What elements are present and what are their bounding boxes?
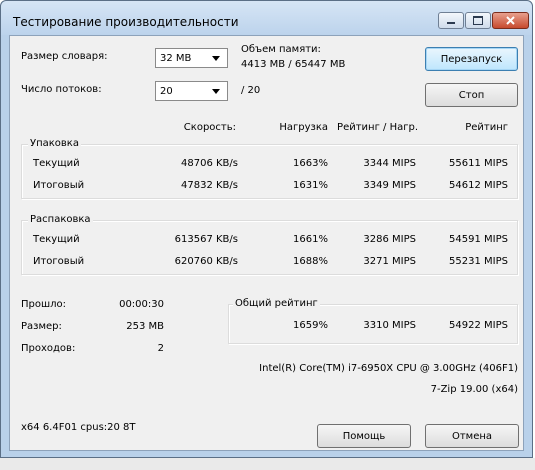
decompress-total-rating: 55231 MIPS — [449, 256, 508, 267]
memory-value: 4413 MB / 65447 MB — [241, 59, 346, 70]
compress-total-rating-load: 3349 MIPS — [363, 180, 416, 191]
chevron-down-icon — [212, 55, 220, 61]
close-button[interactable] — [492, 12, 529, 29]
minimize-icon — [447, 22, 455, 24]
compress-current-load: 1663% — [293, 158, 328, 169]
decompress-total-rating-load: 3271 MIPS — [363, 256, 416, 267]
stop-button[interactable]: Стоп — [425, 83, 518, 107]
decompress-current-speed: 613567 KB/s — [174, 234, 238, 245]
compress-title: Упаковка — [28, 138, 81, 149]
compress-total-speed: 47832 KB/s — [181, 180, 238, 191]
header-rating: Рейтинг — [465, 122, 508, 133]
header-speed: Скорость: — [183, 122, 236, 133]
memory-label: Объем памяти: — [241, 44, 321, 55]
compress-total-load: 1631% — [293, 180, 328, 191]
total-load: 1659% — [293, 320, 328, 331]
elapsed-label: Прошло: — [21, 299, 67, 310]
chevron-down-icon — [212, 88, 220, 94]
restart-button[interactable]: Перезапуск — [425, 47, 518, 71]
dictionary-size-label: Размер словаря: — [21, 51, 108, 62]
elapsed-value: 00:00:30 — [119, 299, 164, 310]
close-icon — [506, 16, 515, 25]
decompress-title: Распаковка — [28, 214, 93, 225]
total-rating: 54922 MIPS — [449, 320, 508, 331]
dictionary-size-value: 32 MB — [160, 52, 192, 64]
size-label: Размер: — [21, 321, 62, 332]
title-bar[interactable]: Тестирование производительности — [1, 1, 532, 35]
background-strip — [0, 458, 535, 470]
compress-current-rating-load: 3344 MIPS — [363, 158, 416, 169]
threads-total: / 20 — [241, 85, 261, 96]
dialog-body: Размер словаря: 32 MB Число потоков: 20 … — [9, 35, 524, 451]
window-title: Тестирование производительности — [13, 15, 239, 29]
decompress-current-rating-load: 3286 MIPS — [363, 234, 416, 245]
compress-current-label: Текущий — [33, 158, 80, 169]
compress-total-rating: 54612 MIPS — [449, 180, 508, 191]
threads-select[interactable]: 20 — [155, 81, 228, 101]
decompress-current-label: Текущий — [33, 234, 80, 245]
header-load: Нагрузка — [279, 122, 328, 133]
maximize-icon — [473, 16, 483, 25]
version-info: 7-Zip 19.00 (x64) — [430, 384, 518, 395]
compress-total-label: Итоговый — [33, 180, 85, 191]
system-info: x64 6.4F01 cpus:20 8T — [21, 422, 136, 433]
threads-label: Число потоков: — [21, 84, 102, 95]
size-value: 253 MB — [126, 321, 164, 332]
cpu-info: Intel(R) Core(TM) i7-6950X CPU @ 3.00GHz… — [259, 363, 518, 374]
minimize-button[interactable] — [438, 12, 464, 29]
dictionary-size-select[interactable]: 32 MB — [155, 48, 228, 68]
decompress-total-speed: 620760 KB/s — [174, 256, 238, 267]
passes-label: Проходов: — [21, 343, 76, 354]
decompress-current-rating: 54591 MIPS — [449, 234, 508, 245]
threads-value: 20 — [160, 85, 173, 97]
benchmark-window: Тестирование производительности Размер с… — [0, 0, 533, 458]
total-rating-load: 3310 MIPS — [363, 320, 416, 331]
cancel-button[interactable]: Отмена — [425, 424, 519, 448]
compress-current-speed: 48706 KB/s — [181, 158, 238, 169]
maximize-button[interactable] — [465, 12, 491, 29]
decompress-total-label: Итоговый — [33, 256, 85, 267]
help-button[interactable]: Помощь — [317, 424, 411, 448]
decompress-total-load: 1688% — [293, 256, 328, 267]
header-rating-load: Рейтинг / Нагр. — [337, 122, 418, 133]
compress-current-rating: 55611 MIPS — [449, 158, 508, 169]
decompress-current-load: 1661% — [293, 234, 328, 245]
passes-value: 2 — [157, 343, 164, 354]
total-rating-title: Общий рейтинг — [233, 298, 320, 309]
